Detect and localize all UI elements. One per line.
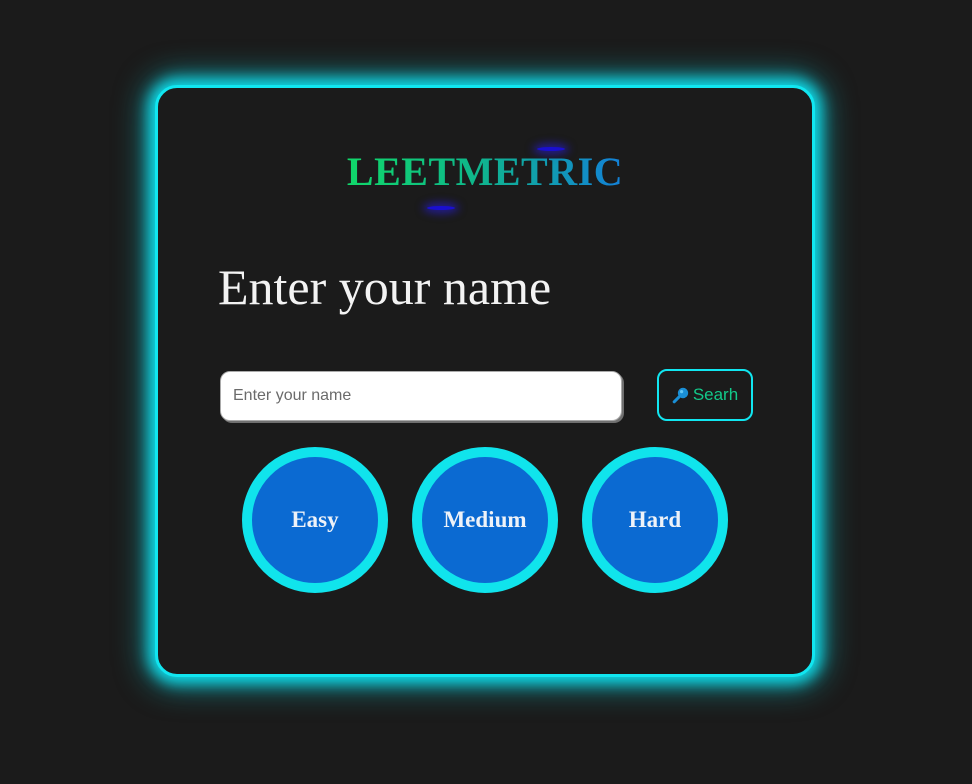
logo-container: LEETMETRIC — [158, 147, 812, 210]
medium-progress-circle: Medium — [412, 447, 558, 593]
hard-label: Hard — [628, 507, 682, 532]
app-logo: LEETMETRIC — [346, 147, 624, 210]
page-title: Enter your name — [218, 259, 552, 315]
search-icon — [672, 386, 690, 404]
medium-label: Medium — [443, 507, 527, 532]
logo-glow-top — [536, 147, 565, 151]
app-logo-text: LEETMETRIC — [346, 149, 624, 194]
username-input[interactable] — [220, 371, 622, 421]
hard-progress-circle: Hard — [582, 447, 728, 593]
search-button[interactable]: Searh — [657, 369, 753, 421]
search-button-label: Searh — [692, 385, 739, 404]
difficulty-stats: Easy Medium Hard — [242, 445, 732, 595]
stats-card: LEETMETRIC Enter your name Searh Easy Me… — [155, 85, 815, 677]
easy-label: Easy — [291, 507, 339, 532]
logo-glow-bottom — [426, 206, 455, 210]
easy-progress-circle: Easy — [242, 447, 388, 593]
